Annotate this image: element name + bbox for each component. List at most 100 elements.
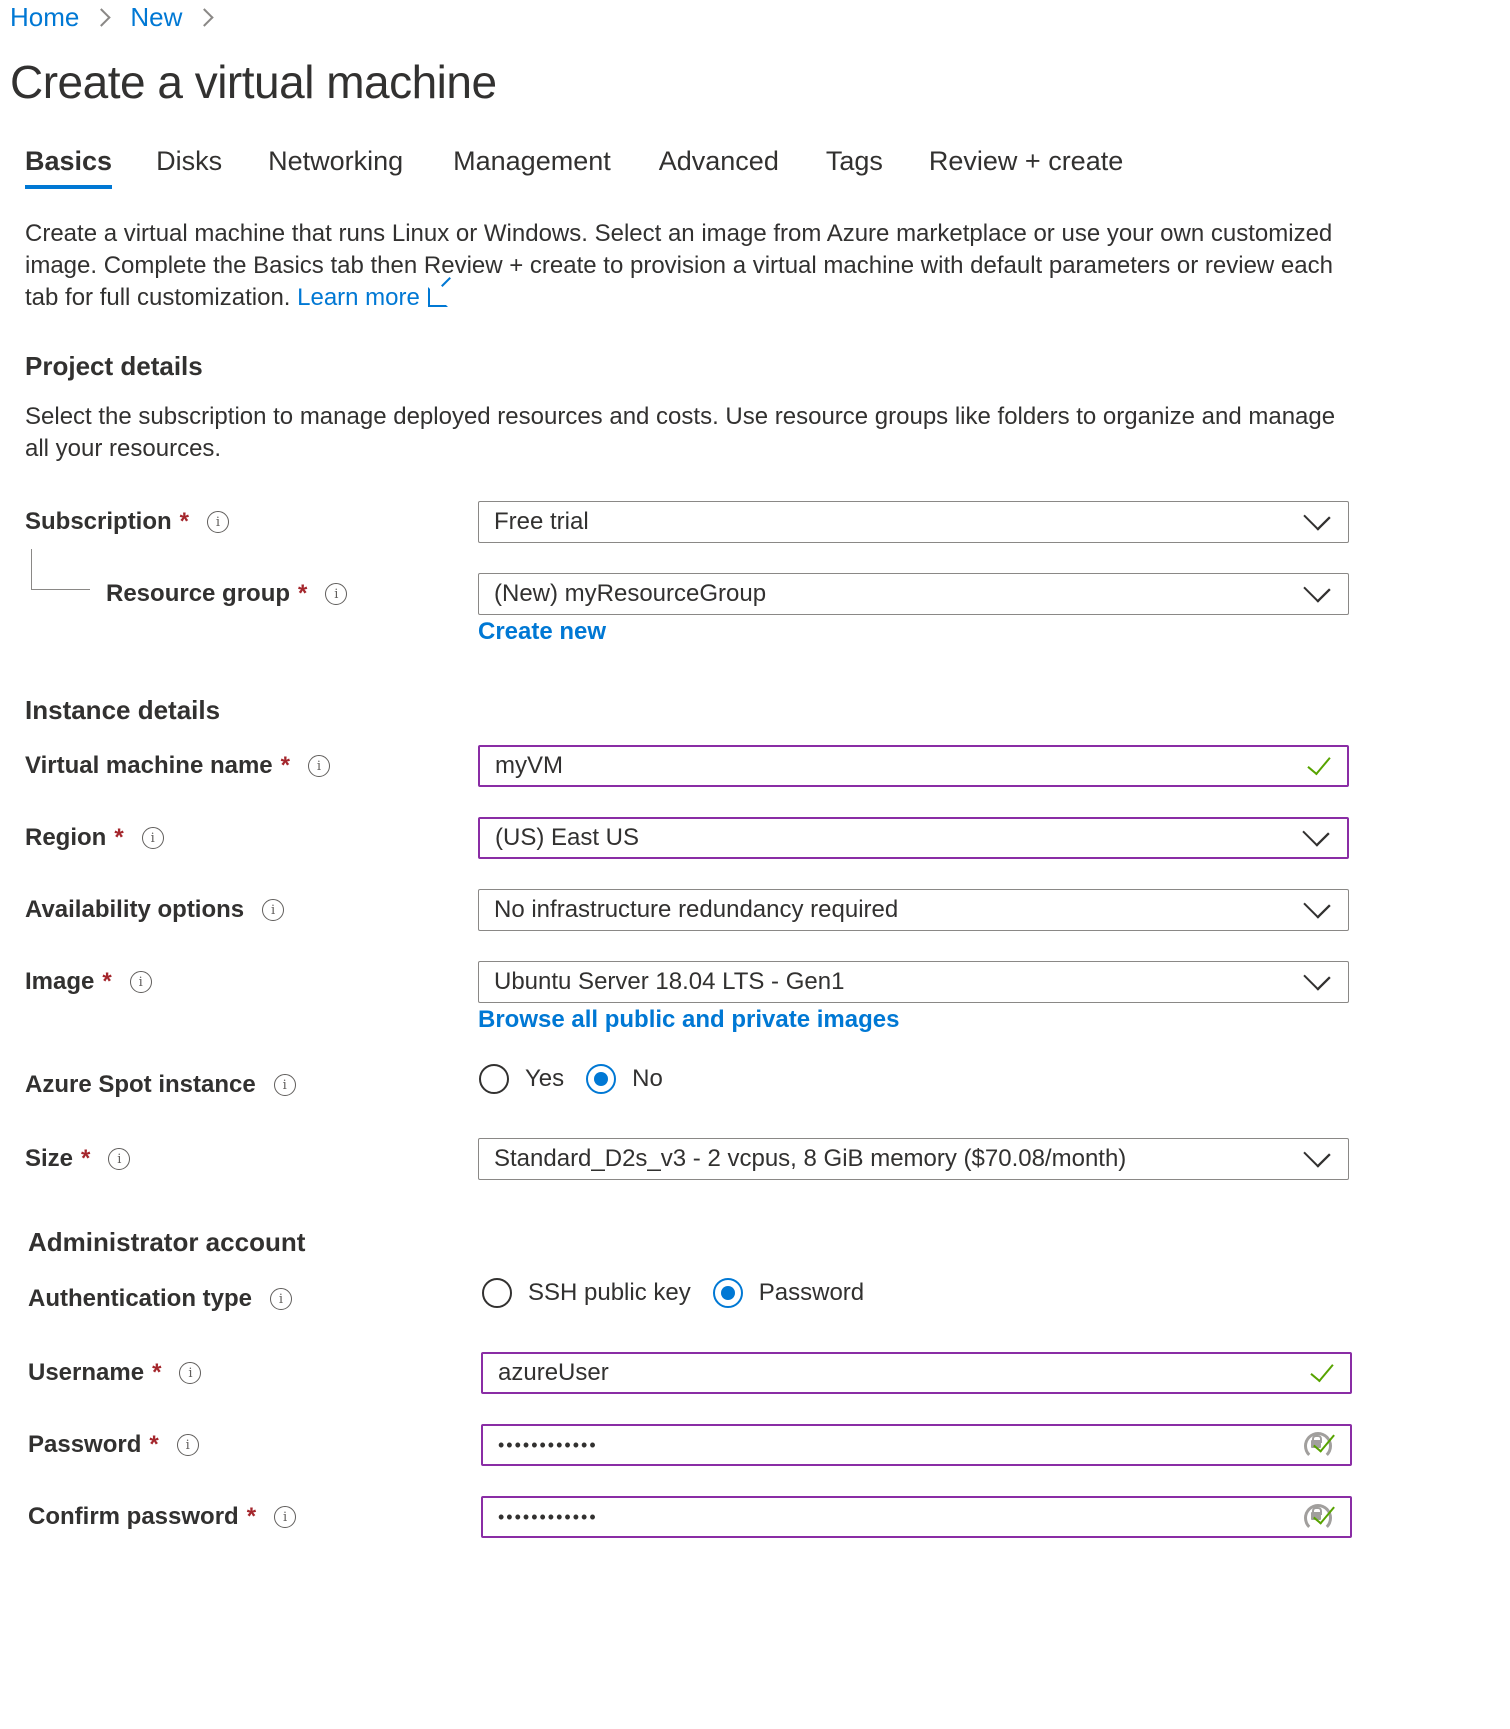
external-link-icon <box>427 287 448 307</box>
size-label: Size * i <box>25 1145 131 1173</box>
breadcrumb-home[interactable]: Home <box>10 2 79 33</box>
radio-circle <box>482 1278 512 1308</box>
availability-label-text: Availability options <box>25 896 245 923</box>
username-label-text: Username <box>28 1359 145 1386</box>
radio-label: No <box>632 1065 663 1092</box>
required-asterisk: * <box>179 508 190 535</box>
size-value: Standard_D2s_v3 - 2 vcpus, 8 GiB memory … <box>494 1145 1127 1172</box>
breadcrumb-new[interactable]: New <box>130 2 182 33</box>
info-icon[interactable]: i <box>207 511 230 533</box>
admin-account-heading: Administrator account <box>28 1227 306 1257</box>
tab-bar: Basics Disks Networking Management Advan… <box>25 146 1123 189</box>
vm-name-label-text: Virtual machine name <box>25 752 273 779</box>
required-asterisk: * <box>298 580 308 607</box>
info-icon[interactable]: i <box>308 755 330 777</box>
info-icon[interactable]: i <box>262 899 285 921</box>
password-input[interactable]: •••••••••••• <box>481 1424 1352 1466</box>
required-asterisk: * <box>102 968 112 995</box>
subscription-dropdown[interactable]: Free trial <box>478 501 1349 543</box>
info-icon[interactable]: i <box>274 1506 297 1528</box>
auth-type-radio-group: SSH public key Password <box>482 1278 886 1308</box>
confirm-password-value: •••••••••••• <box>498 1506 598 1527</box>
image-label-text: Image <box>25 968 95 995</box>
info-icon[interactable]: i <box>108 1148 131 1170</box>
region-value: (US) East US <box>495 824 640 851</box>
radio-circle <box>479 1064 509 1094</box>
availability-value: No infrastructure redundancy required <box>494 896 899 923</box>
project-details-heading: Project details <box>25 351 203 381</box>
subscription-label: Subscription * i <box>25 508 230 536</box>
info-icon[interactable]: i <box>270 1288 293 1310</box>
spot-instance-label: Azure Spot instance i <box>25 1071 296 1099</box>
tab-review-create[interactable]: Review + create <box>929 146 1123 189</box>
spot-instance-label-text: Azure Spot instance <box>25 1071 256 1098</box>
create-new-resource-group-link[interactable]: Create new <box>478 618 606 646</box>
hierarchy-connector <box>31 549 90 590</box>
subscription-label-text: Subscription <box>25 508 172 535</box>
auth-password-radio[interactable]: Password <box>712 1278 865 1308</box>
intro-description: Create a virtual machine that runs Linux… <box>25 218 1355 314</box>
auth-ssh-radio[interactable]: SSH public key <box>482 1278 691 1308</box>
required-asterisk: * <box>152 1359 162 1386</box>
resource-group-value: (New) myResourceGroup <box>494 580 767 607</box>
username-input[interactable]: azureUser <box>481 1352 1352 1394</box>
tab-basics[interactable]: Basics <box>25 146 113 189</box>
spot-instance-radio-group: Yes No <box>479 1064 685 1094</box>
image-dropdown[interactable]: Ubuntu Server 18.04 LTS - Gen1 <box>478 961 1349 1003</box>
password-validated-icon <box>1302 1428 1336 1462</box>
tab-networking[interactable]: Networking <box>268 146 403 189</box>
tab-advanced[interactable]: Advanced <box>659 146 779 189</box>
image-label: Image * i <box>25 968 152 996</box>
size-label-text: Size <box>25 1145 74 1172</box>
size-dropdown[interactable]: Standard_D2s_v3 - 2 vcpus, 8 GiB memory … <box>478 1138 1349 1180</box>
password-label: Password * i <box>28 1431 199 1459</box>
radio-circle <box>586 1064 617 1094</box>
vm-name-input[interactable]: myVM <box>478 745 1349 787</box>
radio-label: Yes <box>525 1065 565 1092</box>
info-icon[interactable]: i <box>176 1434 199 1456</box>
username-value: azureUser <box>498 1359 609 1386</box>
image-value: Ubuntu Server 18.04 LTS - Gen1 <box>494 968 845 995</box>
tab-tags[interactable]: Tags <box>826 146 883 189</box>
spot-no-radio[interactable]: No <box>586 1064 663 1094</box>
confirm-password-label-text: Confirm password <box>28 1503 239 1530</box>
vm-name-value: myVM <box>495 752 563 779</box>
project-details-description: Select the subscription to manage deploy… <box>25 403 1336 462</box>
required-asterisk: * <box>149 1431 159 1458</box>
required-asterisk: * <box>280 752 290 779</box>
required-asterisk: * <box>114 824 124 851</box>
chevron-right-icon <box>92 8 112 27</box>
learn-more-label: Learn more <box>297 284 420 311</box>
availability-dropdown[interactable]: No infrastructure redundancy required <box>478 889 1349 931</box>
vm-name-label: Virtual machine name * i <box>25 752 330 780</box>
info-icon[interactable]: i <box>141 827 164 849</box>
availability-label: Availability options i <box>25 896 285 924</box>
resource-group-label: Resource group * i <box>106 580 348 608</box>
page-title: Create a virtual machine <box>10 56 497 108</box>
tab-disks[interactable]: Disks <box>156 146 222 189</box>
info-icon[interactable]: i <box>325 583 348 605</box>
info-icon[interactable]: i <box>129 971 152 993</box>
required-asterisk: * <box>81 1145 91 1172</box>
password-validated-icon <box>1302 1500 1336 1534</box>
confirm-password-label: Confirm password * i <box>28 1503 297 1531</box>
intro-text: Create a virtual machine that runs Linux… <box>25 220 1333 311</box>
resource-group-label-text: Resource group <box>106 580 291 607</box>
radio-label: SSH public key <box>528 1279 691 1306</box>
region-label-text: Region <box>25 824 107 851</box>
spot-yes-radio[interactable]: Yes <box>479 1064 564 1094</box>
resource-group-dropdown[interactable]: (New) myResourceGroup <box>478 573 1349 615</box>
chevron-right-icon <box>195 8 215 27</box>
learn-more-link[interactable]: Learn more <box>297 284 448 311</box>
required-asterisk: * <box>246 1503 257 1530</box>
auth-type-label-text: Authentication type <box>28 1285 253 1312</box>
tab-management[interactable]: Management <box>453 146 611 189</box>
region-label: Region * i <box>25 824 164 852</box>
confirm-password-input[interactable]: •••••••••••• <box>481 1496 1352 1538</box>
radio-circle <box>712 1278 743 1308</box>
info-icon[interactable]: i <box>179 1362 202 1384</box>
radio-label: Password <box>758 1279 865 1306</box>
info-icon[interactable]: i <box>273 1074 296 1096</box>
browse-images-link[interactable]: Browse all public and private images <box>478 1006 899 1034</box>
region-dropdown[interactable]: (US) East US <box>478 817 1349 859</box>
